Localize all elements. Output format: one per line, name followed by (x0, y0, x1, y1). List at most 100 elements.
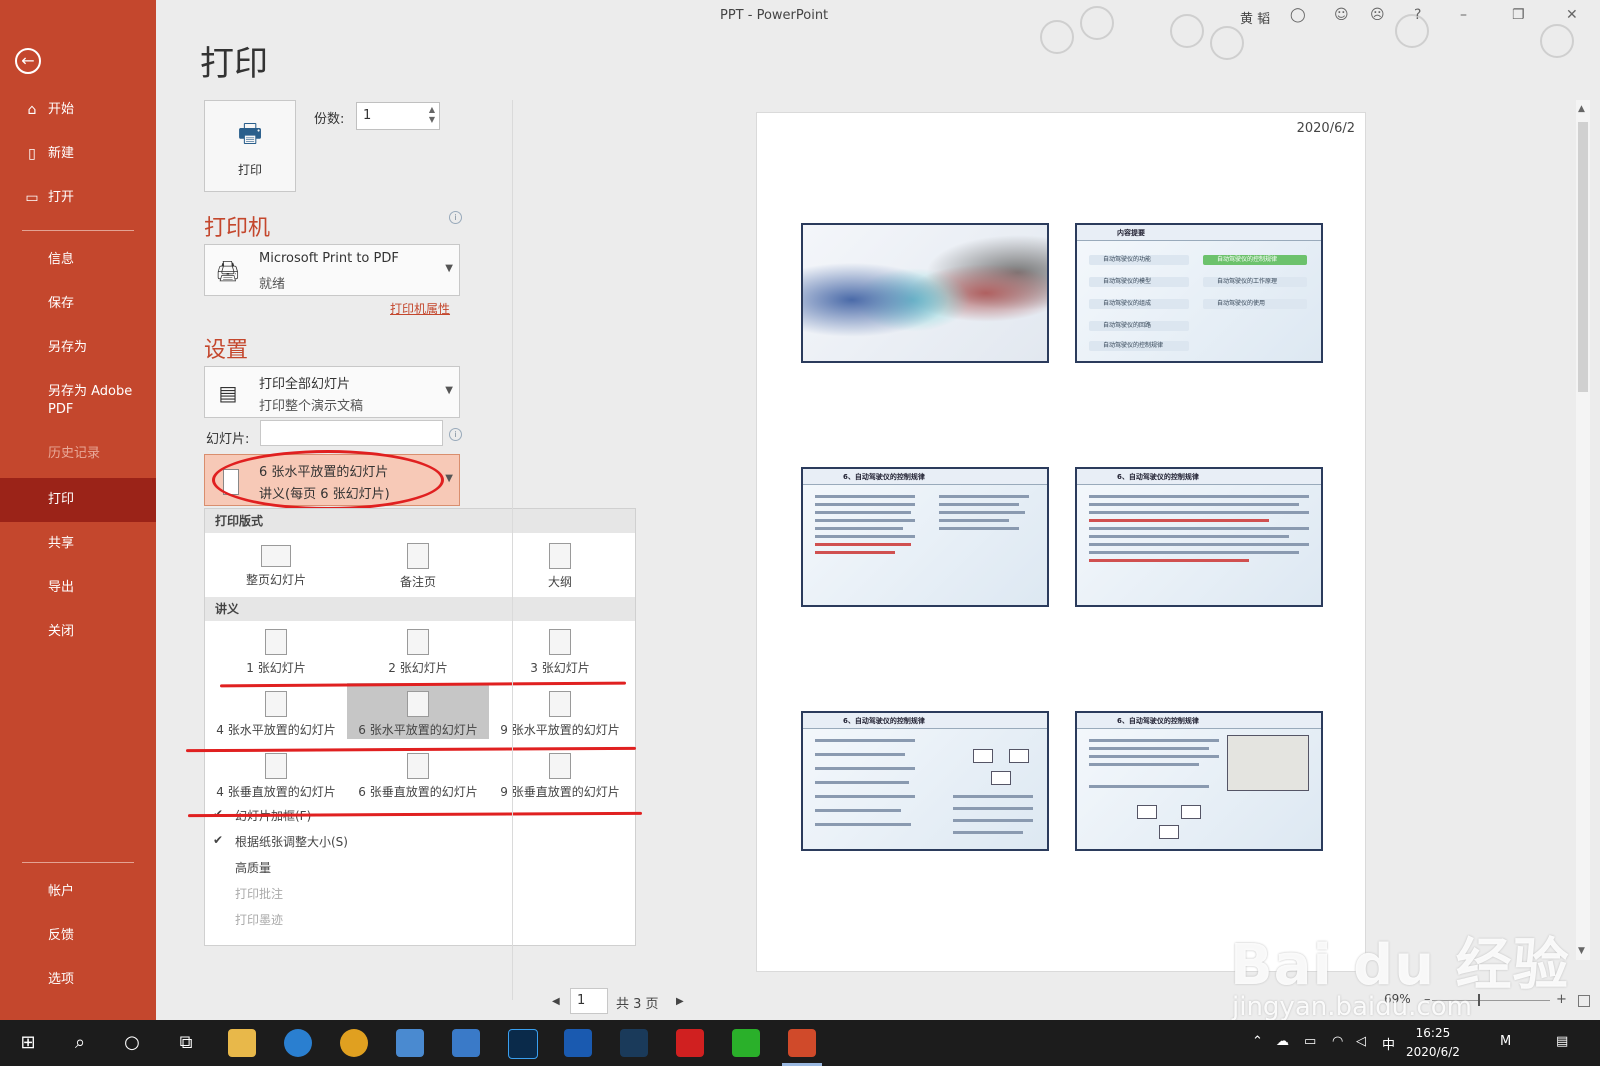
print-ink-option[interactable]: 打印墨迹 (235, 911, 283, 928)
option-full-page-slides[interactable]: 整页幻灯片 (205, 535, 347, 591)
printer-heading: 打印机 (204, 216, 271, 241)
slide-thumbnail-3: 6、自动驾驶仪的控制规律 (801, 467, 1049, 607)
sidebar-item-export[interactable]: 导出 (0, 570, 156, 606)
app-icon[interactable] (564, 1029, 592, 1057)
back-arrow-icon[interactable]: ← (15, 48, 41, 74)
cortana-icon[interactable]: ○ (118, 1029, 146, 1057)
netease-music-icon[interactable] (676, 1029, 704, 1057)
spin-arrows-icon[interactable]: ▲ ▼ (429, 105, 435, 125)
section-handouts: 讲义 (205, 597, 635, 621)
sidebar-item-save-as-pdf[interactable]: 另存为 Adobe PDF (0, 380, 156, 420)
option-handout-4-horizontal[interactable]: 4 张水平放置的幻灯片 (205, 683, 347, 739)
user-name[interactable]: 黄 韬 (1240, 8, 1270, 27)
info-icon[interactable]: i (449, 211, 462, 224)
slides-label: 幻灯片: (206, 432, 250, 447)
slide-text-line (1089, 511, 1309, 514)
photoshop-icon[interactable] (508, 1029, 538, 1059)
restore-button[interactable]: ❐ (1512, 7, 1525, 23)
print-range-dropdown[interactable]: ▤ 打印全部幻灯片 打印整个演示文稿 ▼ (204, 366, 460, 418)
taskbar-clock[interactable]: 16:25 2020/6/2 (1406, 1024, 1460, 1062)
chevron-down-icon: ▼ (445, 263, 453, 274)
sidebar-item-home[interactable]: ⌂ 开始 (0, 92, 156, 128)
sidebar-item-print[interactable]: 打印 (0, 478, 156, 522)
help-button[interactable]: ? (1414, 7, 1421, 23)
option-label: 6 张垂直放置的幻灯片 (358, 785, 478, 799)
sidebar-item-feedback[interactable]: 反馈 (0, 918, 156, 954)
print-comments-option[interactable]: 打印批注 (235, 885, 283, 902)
printer-dropdown[interactable]: 🖨 Microsoft Print to PDF 就绪 ▼ (204, 244, 460, 296)
scroll-down-icon[interactable]: ▼ (1578, 946, 1585, 956)
tray-expand-icon[interactable]: ⌃ (1252, 1034, 1263, 1049)
next-page-button[interactable]: ▶ (676, 996, 684, 1007)
option-handout-1[interactable]: 1 张幻灯片 (205, 621, 347, 677)
copies-value: 1 (363, 108, 372, 123)
powerpoint-icon[interactable] (788, 1029, 816, 1057)
sidebar-item-new[interactable]: ▯ 新建 (0, 136, 156, 172)
title-bar-decoration (1395, 14, 1429, 48)
slide-text-line (1089, 543, 1309, 546)
sidebar-item-info[interactable]: 信息 (0, 242, 156, 278)
backstage-sidebar: ← ⌂ 开始 ▯ 新建 ▭ 打开 信息 保存 另存为 另存为 Adobe PDF… (0, 0, 156, 1020)
avatar[interactable]: ◯ (1290, 7, 1306, 23)
mail-icon[interactable] (452, 1029, 480, 1057)
slides-input[interactable] (260, 420, 443, 446)
sidebar-item-save-as[interactable]: 另存为 (0, 330, 156, 366)
option-handout-9-horizontal[interactable]: 9 张水平放置的幻灯片 (489, 683, 631, 739)
sidebar-item-options[interactable]: 选项 (0, 962, 156, 998)
printer-properties-link[interactable]: 打印机属性 (390, 300, 450, 317)
volume-icon[interactable]: ◁ (1356, 1034, 1366, 1049)
ime-indicator[interactable]: 中 (1382, 1034, 1395, 1053)
store-icon[interactable] (396, 1029, 424, 1057)
option-handout-3[interactable]: 3 张幻灯片 (489, 621, 631, 677)
sidebar-item-label: 关闭 (48, 624, 75, 639)
printer-name: Microsoft Print to PDF (259, 251, 399, 266)
slide-text-line (815, 739, 915, 742)
wechat-icon[interactable] (732, 1029, 760, 1057)
sidebar-item-open[interactable]: ▭ 打开 (0, 180, 156, 216)
ime-mode-icon[interactable]: M (1500, 1034, 1511, 1049)
windows-start-icon[interactable]: ⊞ (14, 1029, 42, 1057)
sidebar-item-save[interactable]: 保存 (0, 286, 156, 322)
edge-browser-icon[interactable] (284, 1029, 312, 1057)
scroll-up-icon[interactable]: ▲ (1578, 104, 1585, 114)
scale-to-fit-option[interactable]: ✔ 根据纸张调整大小(S) (213, 833, 348, 850)
option-handout-9-vertical[interactable]: 9 张垂直放置的幻灯片 (489, 745, 631, 801)
wifi-icon[interactable]: ◠ (1332, 1034, 1343, 1049)
slide-text-line (815, 823, 911, 826)
sidebar-item-history[interactable]: 历史记录 (0, 436, 156, 472)
copies-label: 份数: (314, 112, 345, 127)
search-icon[interactable]: ⌕ (66, 1029, 94, 1057)
sidebar-item-share[interactable]: 共享 (0, 526, 156, 562)
file-explorer-icon[interactable] (228, 1029, 256, 1057)
option-handout-6-vertical[interactable]: 6 张垂直放置的幻灯片 (347, 745, 489, 801)
scrollbar-thumb[interactable] (1578, 122, 1588, 392)
minimize-button[interactable]: – (1460, 7, 1467, 23)
title-bar-decoration (1170, 14, 1204, 48)
slide-text-line (939, 527, 1019, 530)
battery-icon[interactable]: ▭ (1304, 1034, 1316, 1049)
sidebar-item-close[interactable]: 关闭 (0, 614, 156, 650)
smile-feedback-icon[interactable]: ☺ (1334, 7, 1349, 23)
prev-page-button[interactable]: ◀ (552, 996, 560, 1007)
close-button[interactable]: ✕ (1566, 7, 1578, 23)
zoom-to-page-icon[interactable] (1578, 995, 1590, 1007)
steam-icon[interactable] (620, 1029, 648, 1057)
frown-feedback-icon[interactable]: ☹ (1370, 7, 1385, 23)
print-button[interactable]: 🖶 打印 (204, 100, 296, 192)
option-handout-2[interactable]: 2 张幻灯片 (347, 621, 489, 677)
info-icon[interactable]: i (449, 428, 462, 441)
option-handout-6-horizontal[interactable]: 6 张水平放置的幻灯片 (347, 683, 489, 739)
option-handout-4-vertical[interactable]: 4 张垂直放置的幻灯片 (205, 745, 347, 801)
chrome-icon[interactable] (340, 1029, 368, 1057)
agenda-item-highlighted: 自动驾驶仪的控制规律 (1203, 255, 1307, 265)
sidebar-item-account[interactable]: 帐户 (0, 874, 156, 910)
option-outline[interactable]: 大纲 (489, 535, 631, 591)
onedrive-icon[interactable]: ☁ (1276, 1034, 1289, 1049)
copies-stepper[interactable]: 1 ▲ ▼ (356, 102, 440, 130)
option-notes-pages[interactable]: 备注页 (347, 535, 489, 591)
task-view-icon[interactable]: ⧉ (172, 1029, 200, 1057)
page-number-input[interactable]: 1 (570, 988, 608, 1014)
notification-center-icon[interactable]: ▤ (1556, 1034, 1568, 1049)
high-quality-option[interactable]: 高质量 (235, 859, 271, 876)
printer-icon: 🖶 (237, 119, 263, 149)
